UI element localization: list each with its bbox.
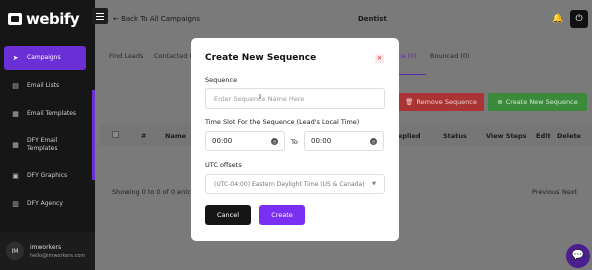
timeslot-label: Time Slot For the Sequence (Lead's Local… xyxy=(205,118,360,126)
user-email: hello@imworkers.com xyxy=(30,252,86,259)
bell-icon[interactable]: 🔔 xyxy=(551,12,565,26)
trash-icon: 🗑 xyxy=(405,98,414,106)
column-header: # xyxy=(141,132,147,140)
chevron-down-icon: ▼ xyxy=(372,181,376,187)
topbar: ← Back To All Campaigns Dentist 🔔 ⏻ xyxy=(95,0,592,38)
sidebar-item-email-lists[interactable]: ▤ Email Lists xyxy=(4,74,86,98)
tab-bounced[interactable]: Bounced (0) xyxy=(430,52,470,60)
time-to-input[interactable]: 00:00 ◷ xyxy=(304,131,384,151)
user-profile[interactable]: IM imworkers hello@imworkers.com xyxy=(0,232,95,270)
create-sequence-label: Create New Sequence xyxy=(505,98,578,106)
clock-icon[interactable]: ◷ xyxy=(370,138,377,145)
send-icon: ➤ xyxy=(12,53,19,62)
sequence-label: Sequence xyxy=(205,76,238,84)
previous-page-button[interactable]: Previous xyxy=(532,188,559,196)
create-sequence-modal: Create New Sequence ✕ Sequence Enter Seq… xyxy=(191,38,399,241)
create-button[interactable]: Create xyxy=(259,205,305,225)
logo-text: webify xyxy=(26,10,80,28)
avatar: IM xyxy=(6,242,24,260)
sidebar-divider xyxy=(92,90,95,180)
sidebar-item-label: DFY Graphics xyxy=(27,172,68,179)
column-header[interactable]: Name xyxy=(165,132,186,140)
page-title: Dentist xyxy=(358,15,387,23)
sidebar: webify ➤ Campaigns ▤ Email Lists ▦ Email… xyxy=(0,0,95,270)
close-icon[interactable]: ✕ xyxy=(375,54,384,63)
tab-sequence[interactable]: ce (0) xyxy=(398,52,417,60)
sidebar-item-dfy-agency[interactable]: ▥ DFY Agency xyxy=(4,192,86,216)
sidebar-item-label: Campaigns xyxy=(27,54,61,61)
sidebar-item-label: Email Templates xyxy=(27,110,77,117)
utc-offset-select[interactable]: (UTC-04:00) Eastern Daylight Time (US & … xyxy=(205,174,385,194)
column-header[interactable]: Status xyxy=(443,132,467,140)
sidebar-item-email-templates[interactable]: ▦ Email Templates xyxy=(4,102,86,126)
text-cursor-icon: I xyxy=(259,93,262,101)
sequence-name-input[interactable]: Enter Sequence Name Here xyxy=(205,88,385,109)
sidebar-item-campaigns[interactable]: ➤ Campaigns xyxy=(4,46,86,70)
power-icon[interactable]: ⏻ xyxy=(570,10,588,28)
sidebar-nav: ➤ Campaigns ▤ Email Lists ▦ Email Templa… xyxy=(4,46,86,220)
time-from-input[interactable]: 00:00 ◷ xyxy=(205,131,285,151)
utc-offsets-label: UTC offsets xyxy=(205,161,242,169)
active-tab-indicator xyxy=(396,74,426,75)
menu-toggle-button[interactable] xyxy=(92,8,108,24)
hamburger-icon xyxy=(96,12,104,14)
cancel-button[interactable]: Cancel xyxy=(205,205,251,225)
column-header[interactable]: Delete xyxy=(557,132,581,140)
utc-offset-value: (UTC-04:00) Eastern Daylight Time (US & … xyxy=(214,180,365,188)
plus-circle-icon: ⊕ xyxy=(497,98,503,106)
remove-sequence-button[interactable]: 🗑 Remove Sequence xyxy=(398,93,484,111)
time-from-value: 00:00 xyxy=(212,137,233,145)
sidebar-item-label: Email Lists xyxy=(27,82,60,89)
next-page-button[interactable]: Next xyxy=(562,188,577,196)
agency-icon: ▥ xyxy=(12,199,19,208)
remove-sequence-label: Remove Sequence xyxy=(416,98,477,106)
tab-find-leads[interactable]: Find Leads xyxy=(109,52,143,60)
back-link[interactable]: ← Back To All Campaigns xyxy=(113,15,200,23)
chat-icon[interactable]: 💬 xyxy=(566,244,590,268)
sidebar-item-dfy-graphics[interactable]: ▣ DFY Graphics xyxy=(4,164,86,188)
sidebar-item-label: DFY Agency xyxy=(27,200,63,207)
column-header[interactable]: View Steps xyxy=(486,132,527,140)
list-icon: ▤ xyxy=(12,81,19,90)
column-header[interactable]: eplied xyxy=(398,132,421,140)
create-new-sequence-button[interactable]: ⊕ Create New Sequence xyxy=(488,93,587,111)
logo-icon xyxy=(8,13,22,25)
pagination-info: Showing 0 to 0 of 0 entries xyxy=(112,188,200,196)
image-icon: ▣ xyxy=(12,171,19,180)
logo[interactable]: webify xyxy=(8,10,80,28)
to-label: To xyxy=(291,138,298,146)
template-icon: ▦ xyxy=(12,109,19,118)
column-header[interactable]: Edit xyxy=(536,132,550,140)
sidebar-item-dfy-email-templates[interactable]: ▦ DFY Email Templates xyxy=(4,130,86,160)
user-name: imworkers xyxy=(30,243,62,251)
clock-icon[interactable]: ◷ xyxy=(271,138,278,145)
modal-title: Create New Sequence xyxy=(205,53,317,63)
sidebar-item-label: DFY Email Templates xyxy=(27,137,58,152)
time-to-value: 00:00 xyxy=(311,137,332,145)
template-icon: ▦ xyxy=(12,140,19,149)
select-all-checkbox[interactable] xyxy=(112,131,119,138)
